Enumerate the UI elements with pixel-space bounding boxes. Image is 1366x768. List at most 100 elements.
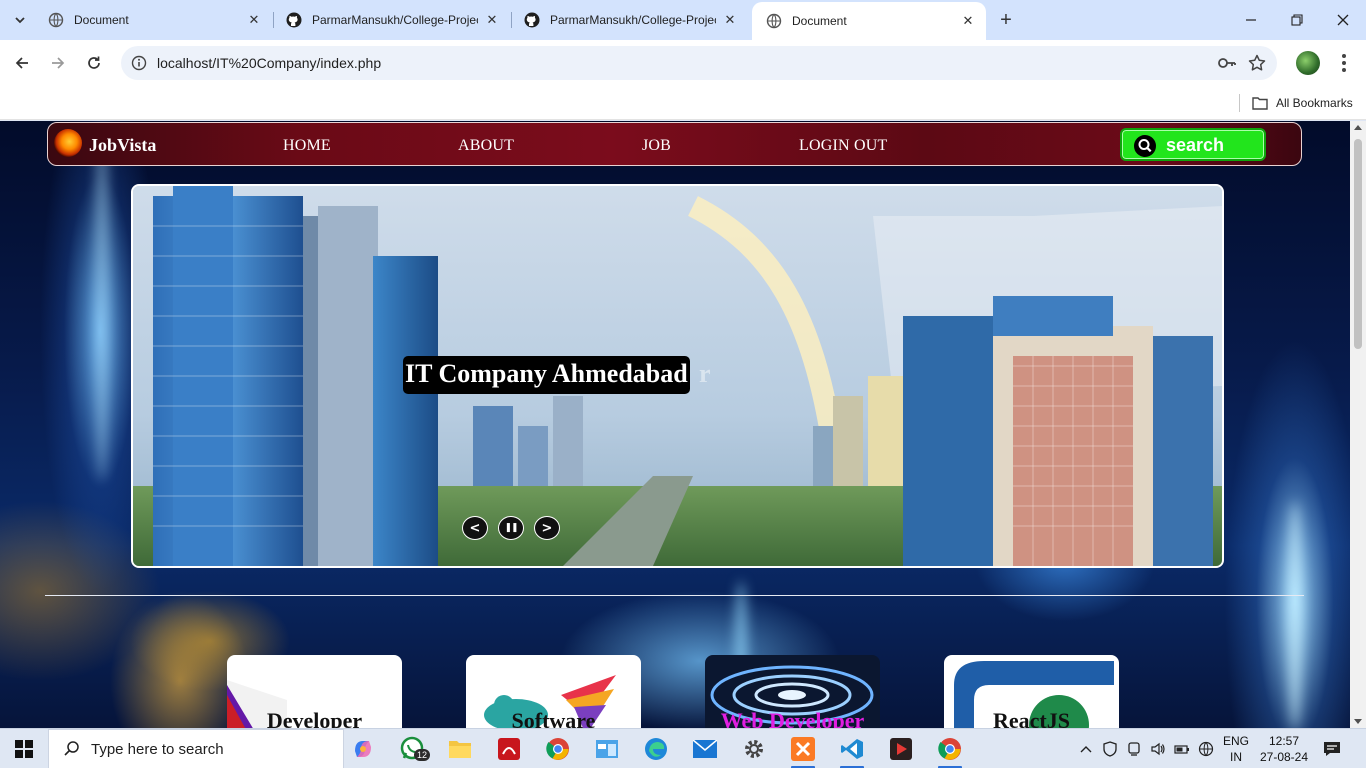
bookmarks-bar: All Bookmarks <box>0 86 1366 120</box>
reload-button[interactable] <box>79 48 109 78</box>
acrobat-app[interactable] <box>491 733 527 765</box>
xampp-app[interactable] <box>785 733 821 768</box>
play-icon <box>890 738 912 760</box>
media-app[interactable] <box>883 733 919 765</box>
back-button[interactable] <box>7 48 37 78</box>
new-tab-button[interactable]: + <box>994 8 1018 32</box>
github-icon <box>286 12 302 28</box>
slider-pause-button[interactable]: ❚❚ <box>498 516 524 540</box>
chrome-app[interactable] <box>540 733 576 765</box>
category-card-reactjs[interactable]: ReactJS <box>944 655 1119 728</box>
vscode-app[interactable] <box>834 733 870 768</box>
chrome-menu-button[interactable] <box>1334 50 1354 76</box>
language-code: ENG <box>1223 734 1250 748</box>
minimize-button[interactable] <box>1228 0 1274 40</box>
mail-icon <box>693 740 717 758</box>
meet-now-icon[interactable] <box>1126 741 1142 757</box>
bookmark-star-icon[interactable] <box>1247 53 1267 73</box>
notification-center-icon[interactable] <box>1322 739 1342 759</box>
nav-about[interactable]: ABOUT <box>458 137 514 155</box>
close-tab-icon[interactable]: ✕ <box>960 13 976 29</box>
search-button[interactable]: search <box>1120 128 1266 161</box>
security-shield-icon[interactable] <box>1102 741 1118 757</box>
folder-icon <box>1252 97 1268 110</box>
browser-tab-active[interactable]: Document ✕ <box>752 2 986 40</box>
background-light-streak <box>1288 501 1302 728</box>
control-panel-app[interactable] <box>589 733 625 765</box>
copilot-app[interactable] <box>345 733 381 765</box>
close-window-button[interactable] <box>1320 0 1366 40</box>
profile-avatar[interactable] <box>1296 51 1320 75</box>
tab-title: Document <box>792 14 847 28</box>
gear-icon <box>745 740 763 758</box>
tab-title: ParmarMansukh/College-Projec <box>550 13 716 27</box>
slider-prev-button[interactable]: < <box>462 516 488 540</box>
category-card-software[interactable]: Software <box>466 655 641 728</box>
password-key-icon[interactable] <box>1217 54 1237 72</box>
mail-app[interactable] <box>687 733 723 765</box>
close-icon <box>1337 14 1349 26</box>
background-light-streak <box>95 121 109 481</box>
scrollbar-thumb[interactable] <box>1354 139 1362 349</box>
slider-next-button[interactable]: > <box>534 516 560 540</box>
whatsapp-app[interactable]: 12 <box>394 733 431 765</box>
vscode-icon <box>841 739 863 759</box>
file-explorer-app[interactable] <box>442 733 478 765</box>
info-icon[interactable] <box>131 55 147 71</box>
windows-taskbar: Type here to search 12 ENG IN 12:57 27-0… <box>0 728 1366 768</box>
tab-title: ParmarMansukh/College-Projec <box>312 13 478 27</box>
category-card-label: ReactJS <box>993 708 1070 728</box>
jobvista-logo-icon[interactable] <box>54 129 82 157</box>
volume-icon[interactable] <box>1150 741 1166 757</box>
section-divider <box>45 595 1304 596</box>
chrome-icon <box>938 738 961 760</box>
search-icon <box>1134 135 1156 157</box>
browser-tab[interactable]: ParmarMansukh/College-Projec ✕ <box>272 0 510 40</box>
close-tab-icon[interactable]: ✕ <box>722 12 738 28</box>
forward-button[interactable] <box>43 48 73 78</box>
close-tab-icon[interactable]: ✕ <box>484 12 500 28</box>
globe-icon <box>766 13 782 29</box>
browser-tab[interactable]: ParmarMansukh/College-Projec ✕ <box>510 0 748 40</box>
battery-icon[interactable] <box>1174 741 1190 757</box>
browser-tab[interactable]: Document ✕ <box>34 0 272 40</box>
address-bar[interactable]: localhost/IT%20Company/index.php <box>121 46 1277 80</box>
tab-search-button[interactable] <box>6 7 34 33</box>
close-tab-icon[interactable]: ✕ <box>246 12 262 28</box>
chrome-app-active[interactable] <box>932 733 968 768</box>
settings-app[interactable] <box>736 733 772 765</box>
page-viewport: JobVista HOME ABOUT JOB LOGIN OUT search <box>0 121 1350 728</box>
category-card-label: Software <box>511 708 596 728</box>
xampp-icon <box>791 737 815 761</box>
whatsapp-badge: 12 <box>414 749 431 761</box>
scroll-up-arrow-icon[interactable] <box>1354 125 1362 130</box>
input-language-indicator[interactable]: ENG IN <box>1223 733 1249 765</box>
category-card-label: Developer <box>266 708 363 728</box>
page-scrollbar[interactable] <box>1350 121 1366 728</box>
category-card-developer[interactable]: Developer <box>227 655 402 728</box>
clock-date: 27-08-24 <box>1259 750 1309 764</box>
start-button[interactable] <box>0 729 48 768</box>
scroll-down-arrow-icon[interactable] <box>1354 719 1362 724</box>
edge-app[interactable] <box>638 733 674 765</box>
taskbar-search-box[interactable]: Type here to search <box>48 729 344 768</box>
windows-logo-icon <box>15 740 33 758</box>
restore-button[interactable] <box>1274 0 1320 40</box>
show-hidden-icons-chevron-icon[interactable] <box>1078 741 1094 757</box>
bookmarks-separator <box>1239 94 1240 112</box>
pdf-icon <box>498 738 520 760</box>
taskbar-search-placeholder: Type here to search <box>91 740 224 758</box>
url-text[interactable]: localhost/IT%20Company/index.php <box>157 55 381 71</box>
nav-login-out[interactable]: LOGIN OUT <box>799 137 887 155</box>
all-bookmarks-button[interactable]: All Bookmarks <box>1252 92 1353 114</box>
taskbar-clock[interactable]: 12:57 27-08-24 <box>1258 733 1310 765</box>
nav-job[interactable]: JOB <box>642 137 671 155</box>
folder-icon <box>449 741 471 758</box>
nav-home[interactable]: HOME <box>283 137 331 155</box>
site-logo-text[interactable]: JobVista <box>89 135 156 156</box>
tab-title: Document <box>74 13 129 27</box>
network-globe-icon[interactable] <box>1198 741 1214 757</box>
hero-caption-fading: r <box>699 359 711 388</box>
hero-slider[interactable]: IT Company Ahmedabad r < ❚❚ > <box>131 184 1224 568</box>
category-card-web-developer[interactable]: Web Developer <box>705 655 880 728</box>
